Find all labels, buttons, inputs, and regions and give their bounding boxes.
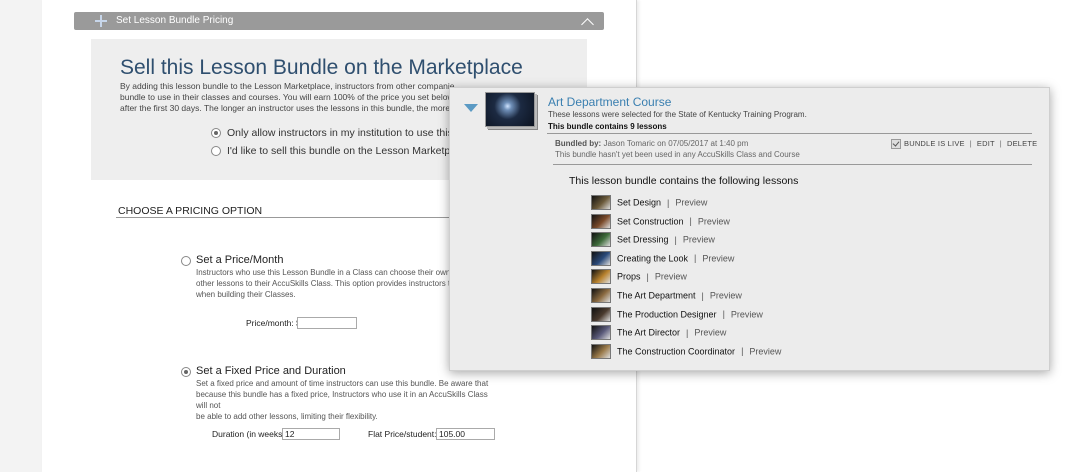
fixed-price-description: Set a fixed price and amount of time ins… <box>196 378 501 422</box>
lesson-thumbnail <box>591 232 611 248</box>
lesson-name[interactable]: Set Construction <box>617 216 684 226</box>
flat-price-input[interactable]: 105.00 <box>436 428 495 440</box>
edit-link[interactable]: EDIT <box>977 139 995 148</box>
lesson-item: Creating the Look | Preview <box>591 250 734 266</box>
fixed-price-title: Set a Fixed Price and Duration <box>196 365 346 377</box>
separator: | <box>689 216 692 227</box>
separator: | <box>667 197 670 208</box>
lesson-item: Set Dressing | Preview <box>591 232 715 248</box>
divider <box>116 217 456 218</box>
lesson-item: Set Construction | Preview <box>591 213 730 229</box>
lesson-name[interactable]: The Production Designer <box>617 309 717 319</box>
pricing-heading: CHOOSE A PRICING OPTION <box>118 205 263 217</box>
preview-link[interactable]: Preview <box>675 198 707 208</box>
preview-link[interactable]: Preview <box>683 235 715 245</box>
radio-fixed-price[interactable] <box>181 367 191 377</box>
lessons-heading: This lesson bundle contains the followin… <box>569 175 799 187</box>
preview-link[interactable]: Preview <box>655 272 687 282</box>
preview-link[interactable]: Preview <box>694 328 726 338</box>
bundled-by-value: Jason Tomaric on 07/05/2017 at 1:40 pm <box>603 139 749 148</box>
lesson-thumbnail <box>591 213 611 229</box>
flat-price-label: Flat Price/student: $ <box>368 429 444 439</box>
usage-note: This bundle hasn't yet been used in any … <box>555 150 800 159</box>
lesson-thumbnail <box>591 306 611 322</box>
description-line: Set a fixed price and amount of time ins… <box>196 379 489 388</box>
preview-link[interactable]: Preview <box>710 291 742 301</box>
marketplace-title: Sell this Lesson Bundle on the Marketpla… <box>120 56 523 79</box>
lesson-item: Props | Preview <box>591 269 687 285</box>
lesson-name[interactable]: The Construction Coordinator <box>617 346 735 356</box>
chevron-up-icon[interactable] <box>581 18 594 31</box>
bundle-actions: BUNDLE IS LIVE | EDIT | DELETE <box>904 139 1037 148</box>
duration-label: Duration (in weeks): <box>212 429 288 439</box>
lesson-thumbnail <box>591 269 611 285</box>
radio-sell-marketplace[interactable] <box>211 146 221 156</box>
price-month-title: Set a Price/Month <box>196 254 284 266</box>
lesson-name[interactable]: Props <box>617 272 641 282</box>
lesson-name[interactable]: The Art Director <box>617 328 680 338</box>
separator: | <box>674 234 677 245</box>
price-month-label: Price/month: $ <box>246 318 301 328</box>
lesson-name[interactable]: The Art Department <box>617 291 696 301</box>
bundle-lesson-count: This bundle contains 9 lessons <box>548 122 667 131</box>
separator: | <box>722 309 725 320</box>
separator: | <box>646 271 649 282</box>
lesson-item: The Art Department | Preview <box>591 288 742 303</box>
lesson-name[interactable]: Set Design <box>617 198 661 208</box>
separator: | <box>686 327 689 338</box>
preview-link[interactable]: Preview <box>731 309 763 319</box>
lesson-item: The Construction Coordinator | Preview <box>591 343 781 359</box>
separator: | <box>969 139 972 148</box>
section-title: Set Lesson Bundle Pricing <box>116 15 234 26</box>
radio-price-month[interactable] <box>181 256 191 266</box>
option-label-sell-marketplace: I'd like to sell this bundle on the Less… <box>227 145 470 157</box>
section-header-bar[interactable]: Set Lesson Bundle Pricing <box>74 12 604 31</box>
bundle-thumbnail <box>485 92 535 127</box>
lesson-thumbnail <box>591 325 611 341</box>
option-label-institution-only: Only allow instructors in my institution… <box>227 127 468 139</box>
separator: | <box>999 139 1002 148</box>
lesson-thumbnail <box>591 250 611 266</box>
lesson-thumbnail <box>591 195 611 210</box>
lesson-item: The Art Director | Preview <box>591 325 726 341</box>
bundle-card <box>449 87 1050 371</box>
lesson-item: The Production Designer | Preview <box>591 306 763 322</box>
divider <box>553 164 1032 165</box>
preview-link[interactable]: Preview <box>749 346 781 356</box>
duration-input[interactable]: 12 <box>282 428 340 440</box>
separator: | <box>741 346 744 357</box>
description-line: be able to add other lessons, limiting t… <box>196 412 378 421</box>
separator: | <box>694 253 697 264</box>
bundled-by-label: Bundled by: <box>555 139 602 148</box>
preview-link[interactable]: Preview <box>702 253 734 263</box>
preview-link[interactable]: Preview <box>698 216 730 226</box>
left-gutter <box>0 0 43 472</box>
divider <box>547 133 1032 134</box>
collapse-triangle-icon[interactable] <box>464 104 478 112</box>
plus-icon <box>94 14 108 28</box>
lesson-thumbnail <box>591 288 611 303</box>
lesson-thumbnail <box>591 343 611 359</box>
separator: | <box>701 290 704 301</box>
lesson-name[interactable]: Creating the Look <box>617 253 688 263</box>
delete-link[interactable]: DELETE <box>1007 139 1037 148</box>
price-month-input[interactable] <box>297 317 357 329</box>
bundle-live-label: BUNDLE IS LIVE <box>904 139 965 148</box>
bundled-by: Bundled by: Jason Tomaric on 07/05/2017 … <box>555 139 748 148</box>
radio-institution-only[interactable] <box>211 128 221 138</box>
lesson-name[interactable]: Set Dressing <box>617 235 669 245</box>
lesson-item: Set Design | Preview <box>591 195 707 210</box>
bundle-title[interactable]: Art Department Course <box>548 95 671 109</box>
description-line: because this bundle has a fixed price, I… <box>196 390 488 410</box>
bundle-subtitle: These lessons were selected for the Stat… <box>548 110 807 119</box>
bundle-live-checkbox[interactable] <box>891 139 901 149</box>
